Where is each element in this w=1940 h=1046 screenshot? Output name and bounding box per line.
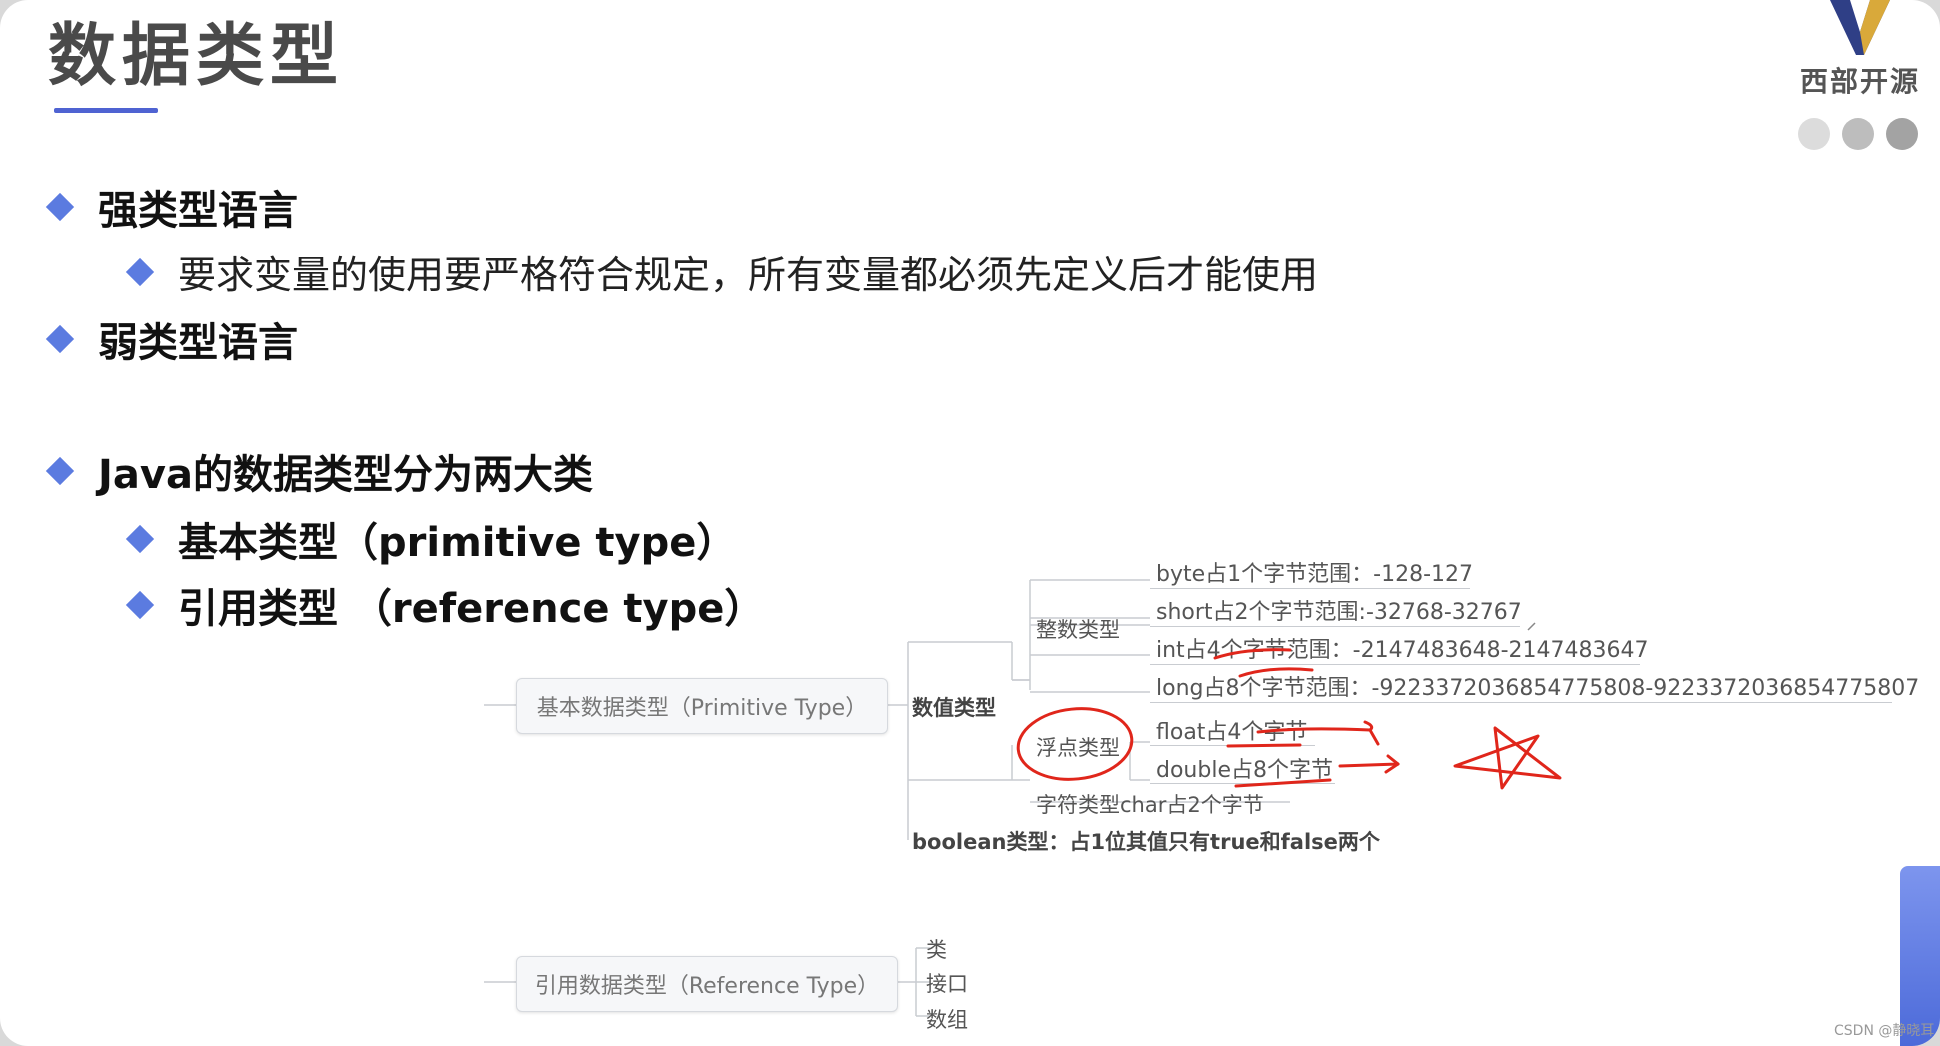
handwritten-annotations <box>1016 622 1562 790</box>
slide: 数据类型 西部开源 强类型语言 要求变量的使用要严格符合规定，所有变量都必须先定… <box>0 0 1940 1046</box>
corner-decoration <box>1900 866 1940 1046</box>
watermark: CSDN @静晓耳 <box>1834 1023 1935 1039</box>
